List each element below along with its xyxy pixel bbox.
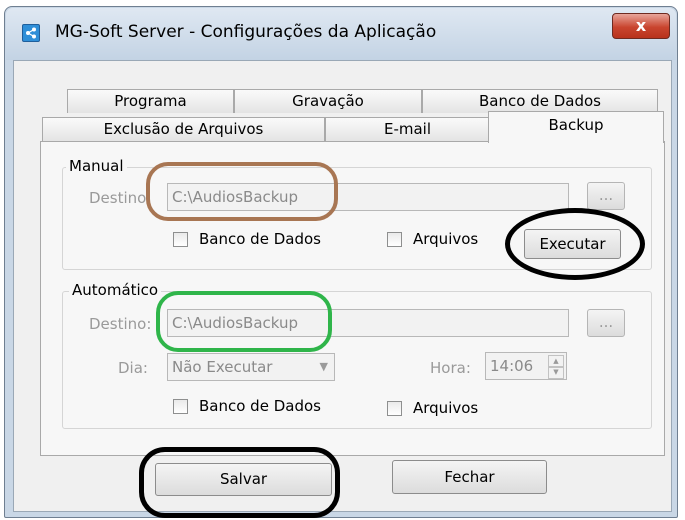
manual-arquivos-checkbox[interactable] (387, 232, 402, 247)
manual-banco-label: Banco de Dados (199, 230, 321, 248)
tab-exclusao-de-arquivos[interactable]: Exclusão de Arquivos (42, 117, 325, 141)
hora-label: Hora: (430, 359, 471, 377)
automatico-legend: Automático (69, 281, 162, 299)
tab-email[interactable]: E-mail (325, 117, 490, 141)
close-button[interactable]: x (612, 13, 670, 39)
tab-programa[interactable]: Programa (67, 89, 234, 113)
spin-down-icon[interactable]: ▼ (548, 366, 564, 379)
dia-select-value: Não Executar (172, 358, 273, 376)
manual-arquivos-label: Arquivos (413, 230, 479, 248)
manual-legend: Manual (66, 157, 127, 175)
dia-select[interactable]: Não Executar ▼ (167, 353, 335, 381)
tab-gravacao[interactable]: Gravação (234, 89, 422, 113)
automatico-banco-checkbox[interactable] (173, 399, 188, 414)
automatico-arquivos-checkbox[interactable] (387, 401, 402, 416)
tab-banco-de-dados[interactable]: Banco de Dados (422, 89, 658, 113)
manual-banco-checkbox[interactable] (173, 232, 188, 247)
automatico-banco-label: Banco de Dados (199, 397, 321, 415)
close-icon: x (635, 16, 647, 35)
executar-highlight (505, 208, 645, 280)
app-icon (22, 24, 40, 42)
hora-value: 14:06 (490, 357, 534, 375)
salvar-highlight (139, 447, 340, 518)
manual-browse-button[interactable]: ... (587, 182, 625, 210)
automatico-destino-label: Destino: (89, 315, 152, 333)
dia-label: Dia: (118, 359, 148, 377)
chevron-down-icon: ▼ (319, 360, 328, 373)
tab-backup[interactable]: Backup (488, 111, 664, 143)
manual-destino-label: Destino (89, 189, 147, 207)
automatico-arquivos-label: Arquivos (413, 399, 479, 417)
window-title: MG-Soft Server - Configurações da Aplica… (55, 22, 437, 42)
automatico-destino-highlight (156, 291, 332, 352)
automatico-browse-button[interactable]: ... (587, 309, 625, 337)
fechar-button[interactable]: Fechar (392, 460, 547, 494)
manual-destino-highlight (146, 162, 338, 221)
hora-spinner[interactable]: 14:06 ▲ ▼ (485, 352, 567, 380)
